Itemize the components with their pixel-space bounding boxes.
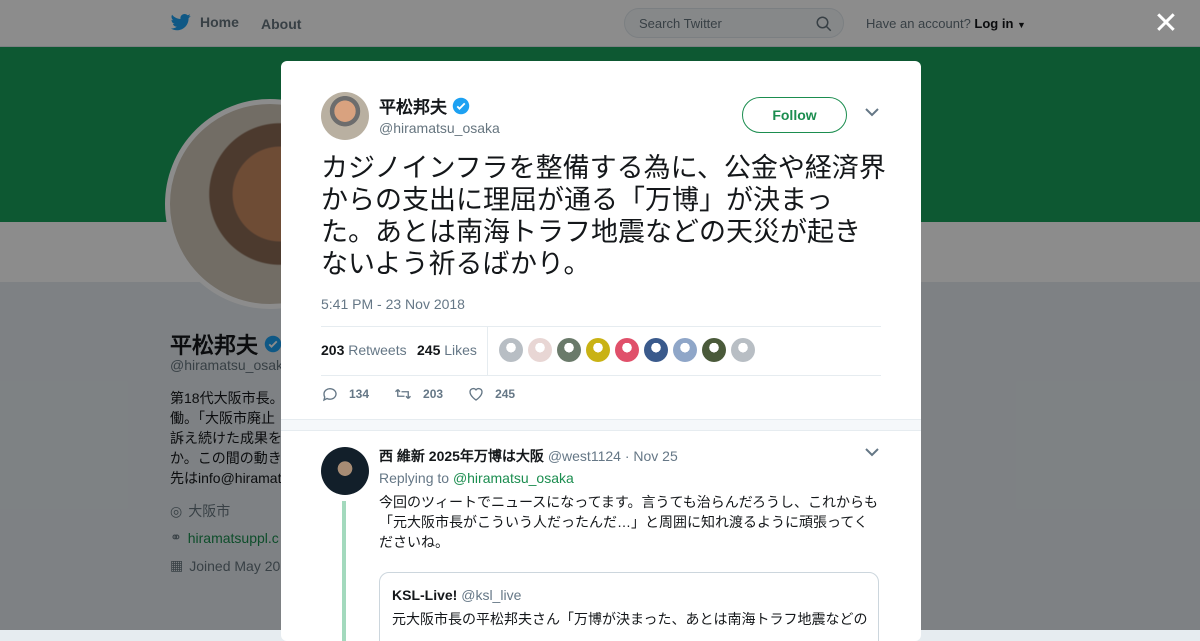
liker-avatars: [499, 338, 755, 362]
liker-avatar[interactable]: [586, 338, 610, 362]
reply-date[interactable]: · Nov 25: [625, 448, 678, 464]
tweet-actions: 134 203 245: [321, 385, 539, 403]
retweet-count: 203: [423, 387, 444, 401]
tweet-stats: 203 Retweets 245 Likes: [321, 326, 881, 376]
retweet-icon: [395, 389, 412, 399]
reply-header: 西 維新 2025年万博は大阪 @west1124 · Nov 25: [379, 446, 678, 466]
likes-stat[interactable]: 245 Likes: [417, 342, 477, 358]
heart-icon: [469, 387, 483, 401]
reply-action[interactable]: 134: [321, 385, 369, 403]
liker-avatar[interactable]: [528, 338, 552, 362]
reply-author-handle[interactable]: @west1124: [548, 448, 621, 464]
retweets-count: 203: [321, 342, 345, 358]
like-count: 245: [495, 387, 516, 401]
close-icon[interactable]: ✕: [1150, 8, 1182, 40]
liker-avatar[interactable]: [499, 338, 523, 362]
liker-avatar[interactable]: [731, 338, 755, 362]
liker-avatar[interactable]: [702, 338, 726, 362]
like-action[interactable]: 245: [467, 385, 515, 403]
retweets-label: Retweets: [348, 342, 407, 358]
likes-count: 245: [417, 342, 441, 358]
chevron-down-icon[interactable]: [865, 107, 879, 117]
retweets-stat[interactable]: 203 Retweets: [321, 342, 407, 358]
quote-author-name: KSL-Live!: [392, 587, 458, 603]
verified-badge-icon: [452, 97, 470, 114]
follow-button[interactable]: Follow: [742, 97, 847, 133]
liker-avatar[interactable]: [644, 338, 668, 362]
tweet-author-name-text: 平松邦夫: [379, 98, 447, 117]
liker-avatar[interactable]: [615, 338, 639, 362]
retweet-action[interactable]: 203: [393, 385, 443, 403]
liker-avatar[interactable]: [673, 338, 697, 362]
replying-to-handle[interactable]: @hiramatsu_osaka: [453, 470, 574, 486]
reply-icon: [322, 388, 337, 402]
tweet-author-avatar[interactable]: [321, 92, 369, 140]
tweet-author-handle[interactable]: @hiramatsu_osaka: [379, 120, 500, 136]
quoted-tweet[interactable]: KSL-Live! @ksl_live 元大阪市長の平松邦夫さん「万博が決まった…: [379, 572, 879, 641]
chevron-down-icon[interactable]: [865, 447, 879, 457]
stats-divider: [487, 327, 488, 375]
thread-line: [342, 501, 346, 641]
tweet-text: カジノインフラを整備する為に、公金や経済界からの支出に理屈が通る「万博」が決まっ…: [321, 153, 886, 279]
quote-header: KSL-Live! @ksl_live: [392, 587, 521, 603]
reply-count: 134: [349, 387, 370, 401]
quote-author-handle: @ksl_live: [461, 587, 522, 603]
replying-to: Replying to @hiramatsu_osaka: [379, 470, 574, 486]
reply-author-name[interactable]: 西 維新 2025年万博は大阪: [379, 448, 544, 464]
reply-author-avatar[interactable]: [321, 447, 369, 495]
tweet-author-name[interactable]: 平松邦夫: [379, 93, 470, 118]
replying-to-label: Replying to: [379, 470, 450, 486]
likes-label: Likes: [444, 342, 477, 358]
quote-text: 元大阪市長の平松邦夫さん「万博が決まった、あとは南海トラフ地震などの: [392, 611, 868, 627]
liker-avatar[interactable]: [557, 338, 581, 362]
tweet-modal: 平松邦夫 @hiramatsu_osaka Follow カジノインフラを整備す…: [281, 61, 921, 641]
reply-text: 今回のツィートでニュースになってます。言うても治らんだろうし、これからも「元大阪…: [379, 494, 878, 550]
replies-separator: [281, 419, 921, 431]
tweet-timestamp[interactable]: 5:41 PM - 23 Nov 2018: [321, 296, 465, 312]
